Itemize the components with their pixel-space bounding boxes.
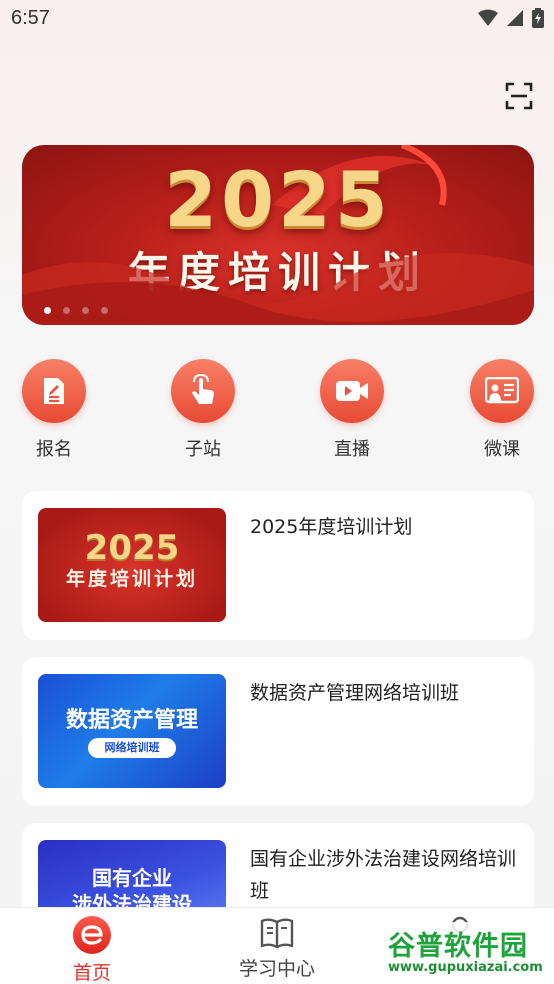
signal-icon [507,10,523,26]
course-title: 数据资产管理网络培训班 [250,682,460,704]
watermark: 谷普软件园 www.gupuxiazai.com [384,922,554,984]
course-title: 2025年度培训计划 [250,516,413,538]
quick-action-register[interactable]: 报名 [14,359,94,461]
course-thumbnail: 2025 年度培训计划 [38,508,226,622]
form-edit-icon [22,359,86,423]
banner-year: 2025 [164,155,392,244]
scan-icon[interactable] [505,82,533,110]
quick-action-label: 直播 [334,439,370,460]
watermark-title: 谷普软件园 [388,931,528,962]
tab-label: 首页 [72,962,111,984]
banner-dot-3[interactable] [82,307,89,314]
course-title: 国有企业涉外法治建设网络培训班 [250,848,517,902]
banner-dot-2[interactable] [63,307,70,314]
banner-pagination [44,307,108,314]
video-camera-icon [320,359,384,423]
quick-action-substation[interactable]: 子站 [163,359,243,461]
book-icon [260,918,294,949]
tab-label: 学习中心 [238,958,315,980]
battery-icon [532,8,544,28]
course-thumbnail: 数据资产管理 网络培训班 [38,674,226,788]
lecture-board-icon [470,359,534,423]
quick-actions: 报名 子站 直播 微课 [0,359,554,469]
tap-hand-icon [171,359,235,423]
quick-action-microcourse[interactable]: 微课 [462,359,542,461]
tab-home[interactable]: 首页 [37,916,147,984]
status-bar: 6:57 [0,0,554,38]
status-time: 6:57 [11,7,50,29]
thumbnail-title: 数据资产管理 [65,707,198,733]
watermark-url: www.gupuxiazai.com [388,960,543,975]
home-logo-icon [73,916,111,954]
quick-action-live[interactable]: 直播 [312,359,392,461]
banner-dot-1[interactable] [44,307,51,314]
wifi-icon [478,9,498,26]
quick-action-label: 子站 [185,439,221,460]
thumbnail-year: 2025 [84,528,180,568]
course-card[interactable]: 2025 年度培训计划 2025年度培训计划 [22,491,534,640]
course-card[interactable]: 数据资产管理 网络培训班 数据资产管理网络培训班 [22,657,534,806]
thumbnail-subtitle: 年度培训计划 [65,568,198,590]
banner-carousel[interactable]: 2025 年度培训计划 [22,145,534,325]
thumbnail-title: 国有企业 [92,866,172,890]
quick-action-label: 报名 [36,439,72,460]
quick-action-label: 微课 [484,439,520,460]
thumbnail-tag: 网络培训班 [88,738,176,758]
banner-dot-4[interactable] [101,307,108,314]
tab-learning-center[interactable]: 学习中心 [222,916,332,981]
